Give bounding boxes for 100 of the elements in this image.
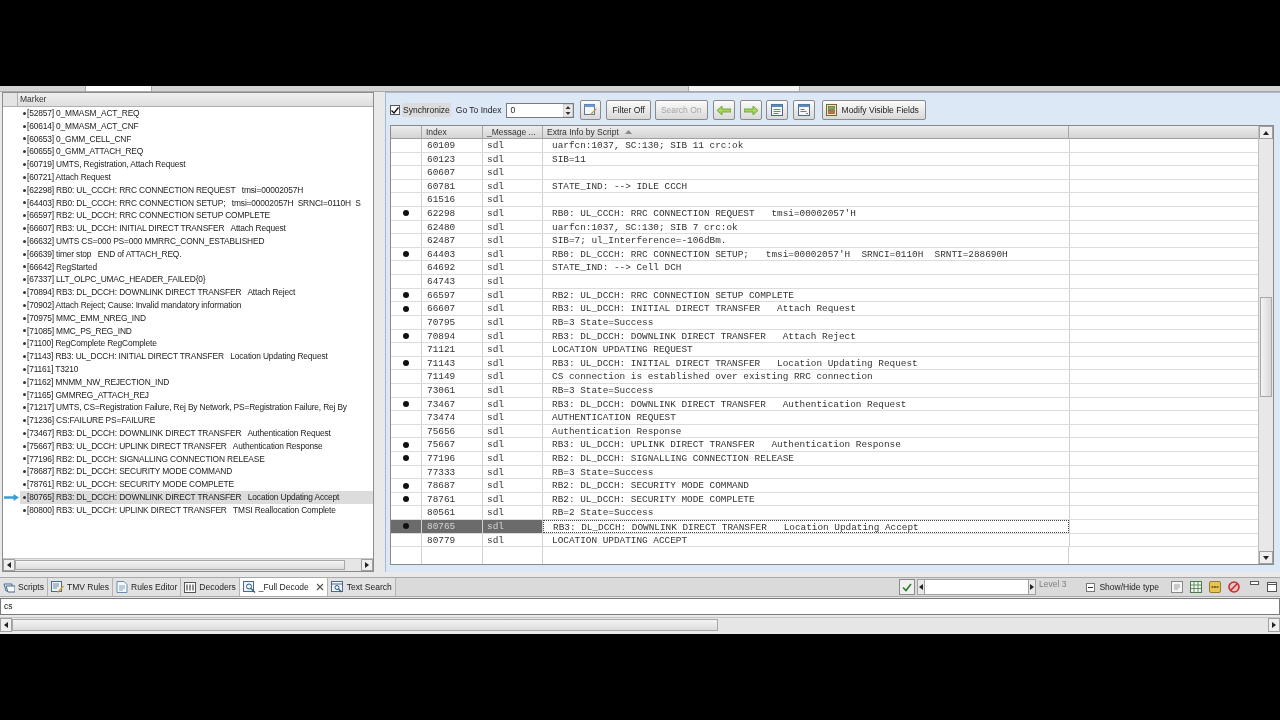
- check-icon: [391, 106, 399, 114]
- check-icon: [902, 582, 913, 592]
- document-icon: [1171, 581, 1183, 593]
- table-row[interactable]: 60607 sdl: [391, 166, 1258, 180]
- table-row[interactable]: 64743 sdl: [391, 275, 1258, 289]
- table-row[interactable]: 71121 sdl LOCATION UPDATING REQUEST: [391, 343, 1258, 357]
- index-field[interactable]: 0: [506, 102, 575, 118]
- horizontal-scrollbar[interactable]: [3, 558, 373, 571]
- index-cell: 78761: [422, 492, 483, 506]
- scroll-right-button[interactable]: [1268, 618, 1280, 632]
- view-tab[interactable]: TMV Rules: [48, 578, 114, 596]
- table-row[interactable]: 80765 sdl RB3: DL_DCCH: DOWNLINK DIRECT TRANSFER Location Updating Accept: [391, 520, 1258, 534]
- left-triangle-icon: [919, 584, 924, 590]
- table-row[interactable]: 66607 sdl RB3: UL_DCCH: INITIAL DIRECT TRANSFER Attach Request: [391, 302, 1258, 316]
- scroll-right-button[interactable]: [1028, 579, 1037, 595]
- bullet-icon: [23, 227, 26, 231]
- bullet-icon: [23, 291, 26, 295]
- bullet-icon: [23, 419, 26, 422]
- index-cell: 70795: [422, 315, 483, 329]
- index-cell: 73474: [422, 411, 483, 424]
- close-icon[interactable]: [315, 583, 324, 591]
- toolbar-button[interactable]: [765, 100, 788, 120]
- bullet-icon: [23, 316, 26, 320]
- view-tab[interactable]: _Full Decode: [239, 578, 328, 596]
- index-cell: 80561: [422, 506, 483, 520]
- current-arrow-icon: [4, 493, 19, 501]
- checkbox-label[interactable]: Synchronize: [402, 103, 451, 117]
- scrollbar-thumb[interactable]: [15, 560, 345, 570]
- filter-button[interactable]: Filter Off: [606, 100, 651, 120]
- go-to-index-label: Go To Index: [455, 103, 502, 117]
- show-hide-type-button[interactable]: Show/Hide type: [1086, 580, 1159, 594]
- toolbar-button[interactable]: [792, 100, 815, 120]
- view-tab[interactable]: Scripts: [0, 578, 48, 596]
- level-field[interactable]: [925, 579, 1029, 595]
- index-cell: 77196: [422, 452, 483, 465]
- view-tab[interactable]: Text Search: [327, 578, 396, 596]
- bullet-icon: [23, 393, 26, 397]
- table-row[interactable]: 78687 sdl RB2: DL_DCCH: SECURITY MODE COMMAND: [391, 479, 1258, 493]
- horizontal-scrollbar[interactable]: [0, 617, 1280, 632]
- scroll-left-button[interactable]: [0, 618, 12, 632]
- note-window-icon: [797, 104, 810, 116]
- maximize-button[interactable]: [1266, 581, 1278, 593]
- table-row[interactable]: 60109 sdl uarfcn:1037, SC:130; SIB 11 crc:ok: [391, 139, 1258, 153]
- back-button[interactable]: [712, 100, 735, 120]
- column-header[interactable]: Extra Info by Script: [543, 126, 1069, 138]
- index-cell: 64403: [422, 247, 483, 261]
- forward-button[interactable]: [739, 100, 762, 120]
- index-cell: 61516: [422, 193, 483, 207]
- table-row[interactable]: 75667 sdl RB3: UL_DCCH: UPLINK DIRECT TRANSFER Authentication Response: [391, 438, 1258, 452]
- table-row[interactable]: 80561 sdl RB=2 State=Success: [391, 506, 1258, 521]
- scroll-right-button[interactable]: [361, 559, 373, 571]
- column-header[interactable]: _Message ...: [483, 126, 543, 138]
- scrollbar-thumb[interactable]: [1260, 297, 1272, 397]
- scrollbar-thumb[interactable]: [12, 619, 718, 631]
- table-row[interactable]: 77196 sdl RB2: DL_DCCH: SIGNALLING CONNECTION RELEASE: [391, 452, 1258, 466]
- bullet-icon: [23, 329, 26, 333]
- column-header[interactable]: Index: [422, 126, 483, 138]
- info-cell: RB3: DL_DCCH: DOWNLINK DIRECT TRANSFER Location Updating Accept: [543, 520, 1069, 533]
- check-button[interactable]: [899, 579, 916, 595]
- toolbar-button[interactable]: [1190, 581, 1202, 593]
- modify-fields-button[interactable]: Modify Visible Fields: [821, 100, 926, 120]
- command-field[interactable]: cs: [0, 598, 1280, 615]
- list-window-icon: [770, 104, 783, 116]
- scroll-up-button[interactable]: [1259, 126, 1273, 139]
- bullet-icon: [23, 188, 26, 192]
- level-label: Level 3: [1039, 577, 1067, 591]
- index-cell: 80765: [422, 520, 483, 533]
- table-row[interactable]: 62298 sdl RB0: UL_CCCH: RRC CONNECTION REQUEST tmsi=00002057'H: [391, 207, 1258, 221]
- index-cell: 75667: [422, 438, 483, 451]
- index-cell: 70894: [422, 329, 483, 343]
- scroll-left-button[interactable]: [917, 579, 926, 595]
- bullet-icon: [23, 431, 26, 435]
- table-row[interactable]: 61516 sdl: [391, 193, 1258, 208]
- scroll-down-button[interactable]: [1259, 551, 1273, 564]
- view-tab[interactable]: Decoders: [181, 578, 240, 596]
- list-box-icon: [825, 104, 837, 116]
- bullet-icon: [23, 214, 26, 218]
- toolbar-button[interactable]: [1209, 581, 1221, 593]
- table-row[interactable]: 64692 sdl STATE_IND: --> Cell DCH: [391, 261, 1258, 276]
- synchronize-checkbox[interactable]: [390, 105, 400, 115]
- scroll-left-button[interactable]: [3, 559, 15, 571]
- right-triangle-icon: [1272, 622, 1276, 628]
- table-row[interactable]: 71149 sdl CS connection is established over existing RRC connection: [391, 370, 1258, 384]
- table-row[interactable]: 73474 sdl AUTHENTICATION REQUEST: [391, 411, 1258, 425]
- vertical-scrollbar[interactable]: [1258, 126, 1273, 564]
- index-cell: 80779: [422, 533, 483, 547]
- right-triangle-icon: [365, 562, 369, 568]
- right-arrow-icon: [743, 105, 758, 115]
- bullet-icon: [23, 444, 26, 448]
- bullet-icon: [23, 252, 26, 256]
- toolbar-button[interactable]: [580, 100, 602, 120]
- column-header[interactable]: Marker: [18, 93, 373, 106]
- index-cell: 62487: [422, 234, 483, 247]
- view-tab[interactable]: Rules Editor: [113, 578, 182, 596]
- toolbar-button[interactable]: [1228, 581, 1240, 593]
- pencil-note-icon: [51, 581, 64, 593]
- toolbar-button[interactable]: [1171, 581, 1183, 593]
- table-row[interactable]: 62487 sdl SIB=7; ul_Interference=-106dBm.: [391, 234, 1258, 248]
- bullet-icon: [23, 111, 26, 115]
- table-icon: [1190, 581, 1202, 593]
